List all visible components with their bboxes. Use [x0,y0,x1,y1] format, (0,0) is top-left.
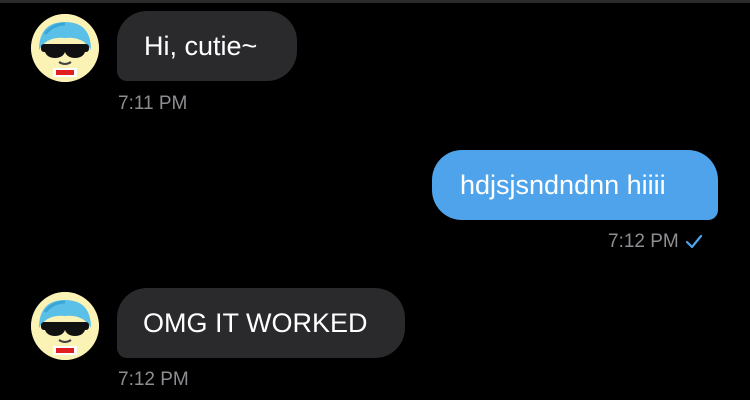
message-text: hdjsjsndndnn hiiii [460,169,666,200]
outgoing-message-bubble[interactable]: hdjsjsndndnn hiiii [432,150,718,220]
cartoon-sunglasses-avatar-icon [31,14,99,82]
sender-avatar[interactable] [31,14,99,82]
message-text: Hi, cutie~ [144,30,258,61]
message-timestamp: 7:12 PM [608,231,679,252]
checkmark-icon [685,233,703,251]
cartoon-sunglasses-avatar-icon [31,292,99,360]
message-text: OMG IT WORKED [143,307,368,338]
message-status-row: 7:12 PM [608,231,703,253]
incoming-message-bubble[interactable]: OMG IT WORKED [117,288,405,358]
incoming-message-bubble[interactable]: Hi, cutie~ [117,11,297,81]
chat-screen: Hi, cutie~ 7:11 PM hdjsjsndndnn hiiii 7:… [0,0,750,400]
top-divider [0,0,750,3]
message-timestamp: 7:11 PM [118,93,188,114]
sender-avatar[interactable] [31,292,99,360]
message-timestamp: 7:12 PM [118,369,189,390]
